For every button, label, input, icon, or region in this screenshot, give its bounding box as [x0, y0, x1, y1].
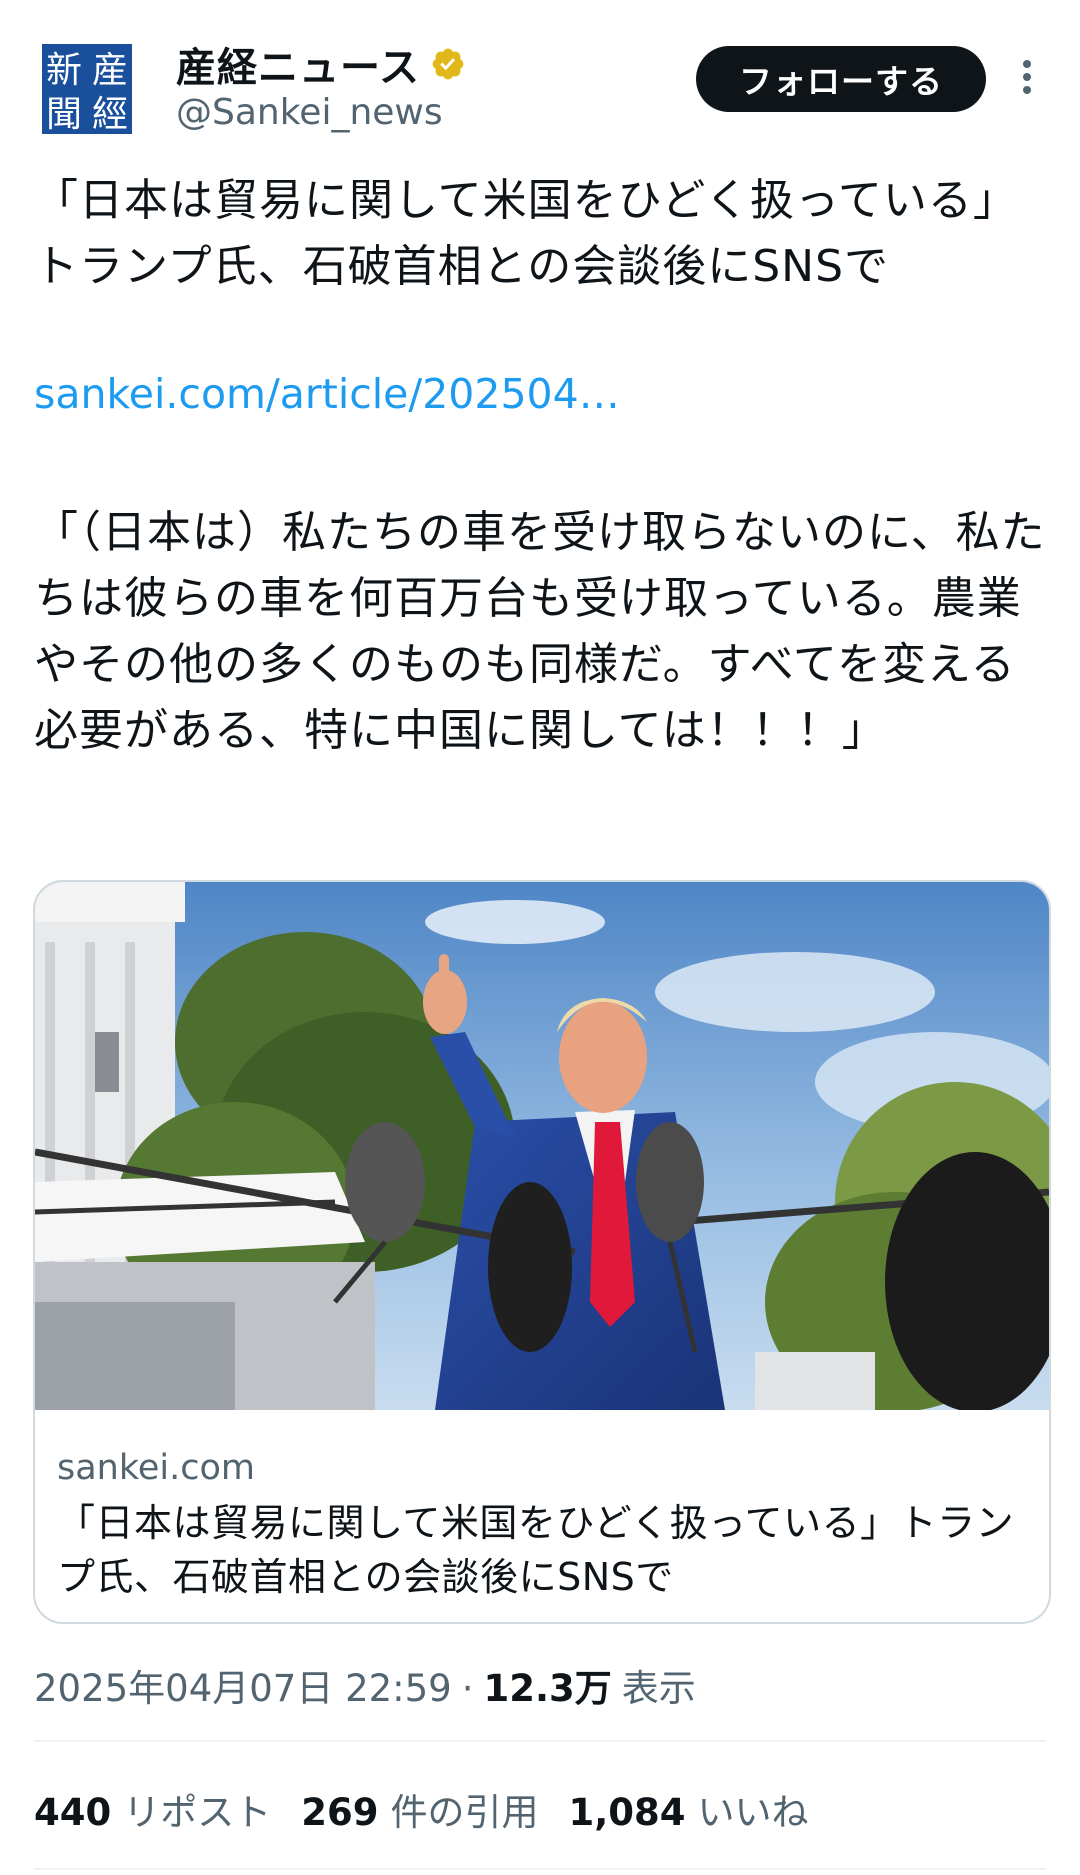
views-label: 表示: [621, 1667, 696, 1710]
quotes-stat[interactable]: 269 件の引用: [301, 1782, 538, 1836]
account-name-block: 産経ニュース @Sankei_news: [176, 38, 466, 133]
display-name[interactable]: 産経ニュース: [176, 35, 420, 93]
more-vertical-icon[interactable]: [1014, 54, 1040, 100]
tweet-link[interactable]: sankei.com/article/202504…: [34, 370, 620, 418]
reposts-label: リポスト: [123, 1791, 272, 1834]
card-title: 「日本は貿易に関して米国をひどく扱っている」トランプ氏、石破首相との会談後にSN…: [57, 1501, 1015, 1599]
avatar-char: 新: [46, 50, 82, 91]
likes-label: いいね: [697, 1791, 809, 1834]
divider: [34, 1740, 1046, 1742]
press-photo: [35, 882, 1049, 1410]
views-count: 12.3万: [483, 1667, 612, 1710]
likes-stat[interactable]: 1,084 いいね: [568, 1782, 808, 1836]
avatar-char: 聞: [46, 94, 82, 135]
avatar[interactable]: 産 經 新 聞: [40, 42, 134, 136]
tweet-header: 産 經 新 聞 産経ニュース @Sankei_news フォローする: [34, 38, 1046, 138]
card-image[interactable]: [35, 882, 1049, 1410]
sankei-logo-icon: 産 經 新 聞: [40, 42, 134, 136]
timestamp[interactable]: 2025年04月07日 22:59: [34, 1658, 452, 1712]
divider: [34, 1868, 1046, 1870]
likes-count: 1,084: [568, 1791, 686, 1834]
tweet-text: 「日本は貿易に関して米国をひどく扱っている」トランプ氏、石破首相との会談後にSN…: [34, 175, 1018, 292]
engagement-stats: 440 リポスト 269 件の引用 1,084 いいね: [34, 1782, 839, 1836]
display-name-row: 産経ニュース: [176, 35, 466, 93]
avatar-char: 産: [92, 50, 128, 91]
card-domain: sankei.com: [57, 1448, 256, 1488]
link-card[interactable]: sankei.com 「日本は貿易に関して米国をひどく扱っている」トランプ氏、石…: [33, 880, 1051, 1624]
tweet-quote-text: 「（日本は）私たちの車を受け取らないのに、私たちは彼らの車を何百万台も受け取って…: [34, 507, 1046, 756]
quotes-count: 269: [301, 1791, 379, 1834]
avatar-char: 經: [92, 94, 128, 135]
account-handle[interactable]: @Sankei_news: [176, 92, 466, 133]
verified-badge-icon[interactable]: [430, 46, 466, 82]
reposts-stat[interactable]: 440 リポスト: [34, 1782, 271, 1836]
meta-separator: ·: [461, 1667, 474, 1710]
reposts-count: 440: [34, 1791, 112, 1834]
follow-button[interactable]: フォローする: [696, 46, 986, 112]
tweet-meta: 2025年04月07日 22:59 · 12.3万 表示: [34, 1658, 696, 1712]
quotes-label: 件の引用: [390, 1791, 539, 1834]
